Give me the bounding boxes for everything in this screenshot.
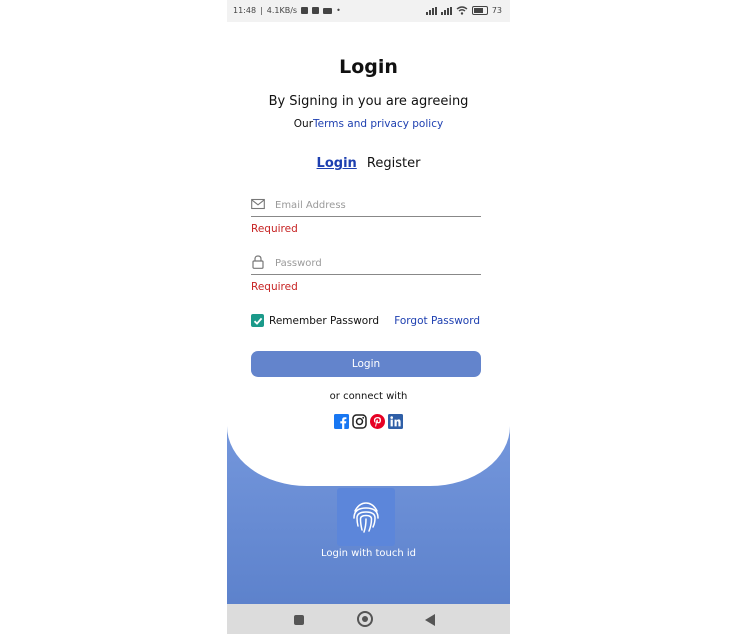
- password-error: Required: [251, 281, 298, 293]
- status-right: 73: [425, 6, 502, 15]
- email-input[interactable]: [273, 196, 477, 214]
- remember-checkbox[interactable]: [251, 314, 264, 327]
- tab-register[interactable]: Register: [367, 156, 421, 171]
- terms-prefix: Our: [293, 118, 314, 130]
- upload-icon: [312, 7, 320, 14]
- remember-label: Remember Password: [269, 314, 380, 327]
- status-bar: 11:48 | 4.1KB/s • 73: [227, 0, 510, 22]
- notification-icon: [301, 7, 309, 14]
- pinterest-icon[interactable]: [370, 413, 386, 429]
- home-icon[interactable]: [357, 611, 373, 627]
- login-card: Login By Signing in you are agreeing Our…: [227, 22, 510, 486]
- battery-icon: [471, 6, 488, 15]
- system-nav-bar: [227, 604, 510, 634]
- phone-screen: 11:48 | 4.1KB/s • 73 Login By Signing in…: [227, 0, 510, 634]
- status-separator: |: [260, 6, 263, 15]
- signal-icon: [425, 6, 437, 15]
- check-icon: [253, 317, 262, 325]
- forgot-password-link[interactable]: Forgot Password: [394, 315, 480, 327]
- wifi-icon: [456, 6, 468, 15]
- login-button[interactable]: Login: [251, 351, 481, 377]
- fingerprint-icon: [353, 502, 379, 533]
- instagram-icon[interactable]: [352, 413, 368, 429]
- remember-password[interactable]: Remember Password: [251, 314, 379, 327]
- email-field: [251, 194, 481, 217]
- signal-icon-2: [440, 6, 452, 15]
- terms-line: OurTerms and privacy policy: [227, 118, 510, 130]
- terms-link[interactable]: Terms and privacy policy: [313, 118, 443, 130]
- battery-level: 73: [491, 6, 502, 15]
- linkedin-icon[interactable]: [388, 413, 404, 429]
- facebook-icon[interactable]: [334, 413, 350, 429]
- video-icon: [323, 7, 333, 14]
- back-icon[interactable]: [425, 614, 435, 626]
- page-title: Login: [339, 56, 398, 78]
- auth-tabs: Login Register: [227, 156, 510, 171]
- mail-icon: [251, 198, 265, 210]
- password-field: [251, 252, 481, 275]
- touch-id-label: Login with touch id: [320, 548, 417, 559]
- email-error: Required: [251, 223, 298, 235]
- status-network-speed: 4.1KB/s: [266, 6, 298, 15]
- dot-icon: •: [336, 6, 341, 15]
- social-icons: [227, 413, 510, 429]
- recents-icon[interactable]: [294, 615, 304, 625]
- password-input[interactable]: [273, 254, 477, 272]
- connect-label: or connect with: [329, 391, 408, 402]
- touch-id-button[interactable]: [337, 488, 395, 546]
- status-time: 11:48: [233, 6, 257, 15]
- status-left: 11:48 | 4.1KB/s •: [233, 6, 341, 15]
- lock-icon: [252, 255, 264, 269]
- tab-login[interactable]: Login: [317, 156, 357, 171]
- agreement-text: By Signing in you are agreeing: [268, 94, 469, 109]
